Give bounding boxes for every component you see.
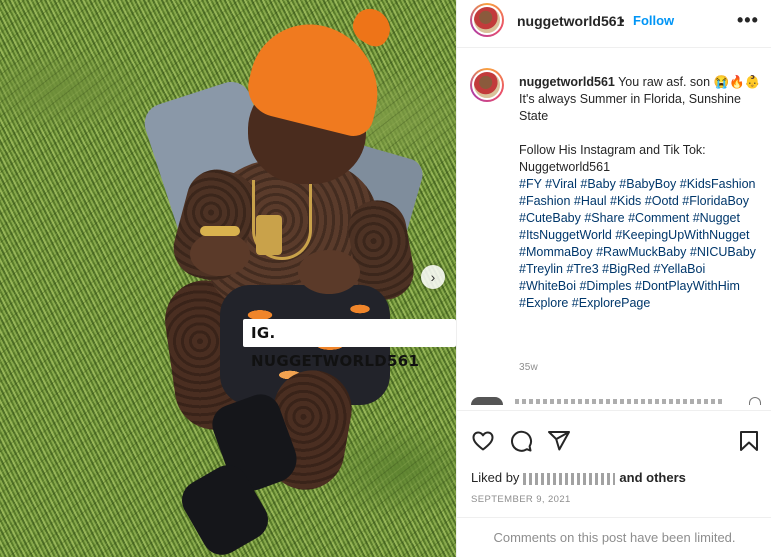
post-date: SEPTEMBER 9, 2021 — [471, 494, 571, 505]
likes-line: Liked by and others — [471, 470, 686, 485]
baby-figure — [70, 0, 427, 557]
liked-by-user[interactable] — [523, 472, 616, 485]
gold-pendant — [256, 215, 282, 255]
caption-line-2: It's always Summer in Florida, Sunshine … — [519, 92, 741, 123]
bracelet — [200, 226, 240, 236]
caption-area: nuggetworld561 You raw asf. son 😭🔥👶 It's… — [457, 48, 771, 398]
caption-text: nuggetworld561 You raw asf. son 😭🔥👶 It's… — [519, 74, 764, 312]
likes-others-link[interactable]: and others — [619, 470, 685, 485]
comments-limited-notice: Comments on this post have been limited. — [457, 517, 771, 557]
post-panel: nuggetworld561 • Follow ••• nuggetworld5… — [456, 0, 771, 557]
hand-left — [190, 232, 250, 276]
caption-line-4: Nuggetworld561 — [519, 160, 611, 174]
photo-watermark: IG. NUGGETWORLD561 — [243, 319, 456, 370]
post-header: nuggetworld561 • Follow ••• — [457, 0, 771, 48]
comment-icon[interactable] — [509, 429, 533, 453]
caption-line-1: You raw asf. son 😭🔥👶 — [618, 75, 761, 89]
share-icon[interactable] — [547, 429, 571, 453]
caption-avatar[interactable] — [470, 68, 504, 102]
likes-prefix: Liked by — [471, 470, 520, 485]
more-options-icon[interactable]: ••• — [737, 10, 759, 31]
caption-hashtags[interactable]: #FY #Viral #Baby #BabyBoy #KidsFashion #… — [519, 176, 764, 312]
post-photo: IG. NUGGETWORLD561 › — [0, 0, 456, 557]
hand-right — [298, 250, 360, 294]
follow-button[interactable]: Follow — [633, 13, 674, 28]
bookmark-icon[interactable] — [737, 429, 761, 453]
header-avatar[interactable] — [470, 3, 504, 37]
header-username[interactable]: nuggetworld561 — [517, 13, 624, 29]
comment-preview — [471, 397, 761, 405]
caption-username[interactable]: nuggetworld561 — [519, 75, 615, 89]
next-image-button[interactable]: › — [421, 265, 445, 289]
heart-icon[interactable] — [471, 429, 495, 453]
action-bar — [457, 410, 771, 458]
separator-dot: • — [620, 13, 625, 28]
caption-line-3: Follow His Instagram and Tik Tok: — [519, 143, 706, 157]
caption-time: 35w — [519, 362, 538, 373]
